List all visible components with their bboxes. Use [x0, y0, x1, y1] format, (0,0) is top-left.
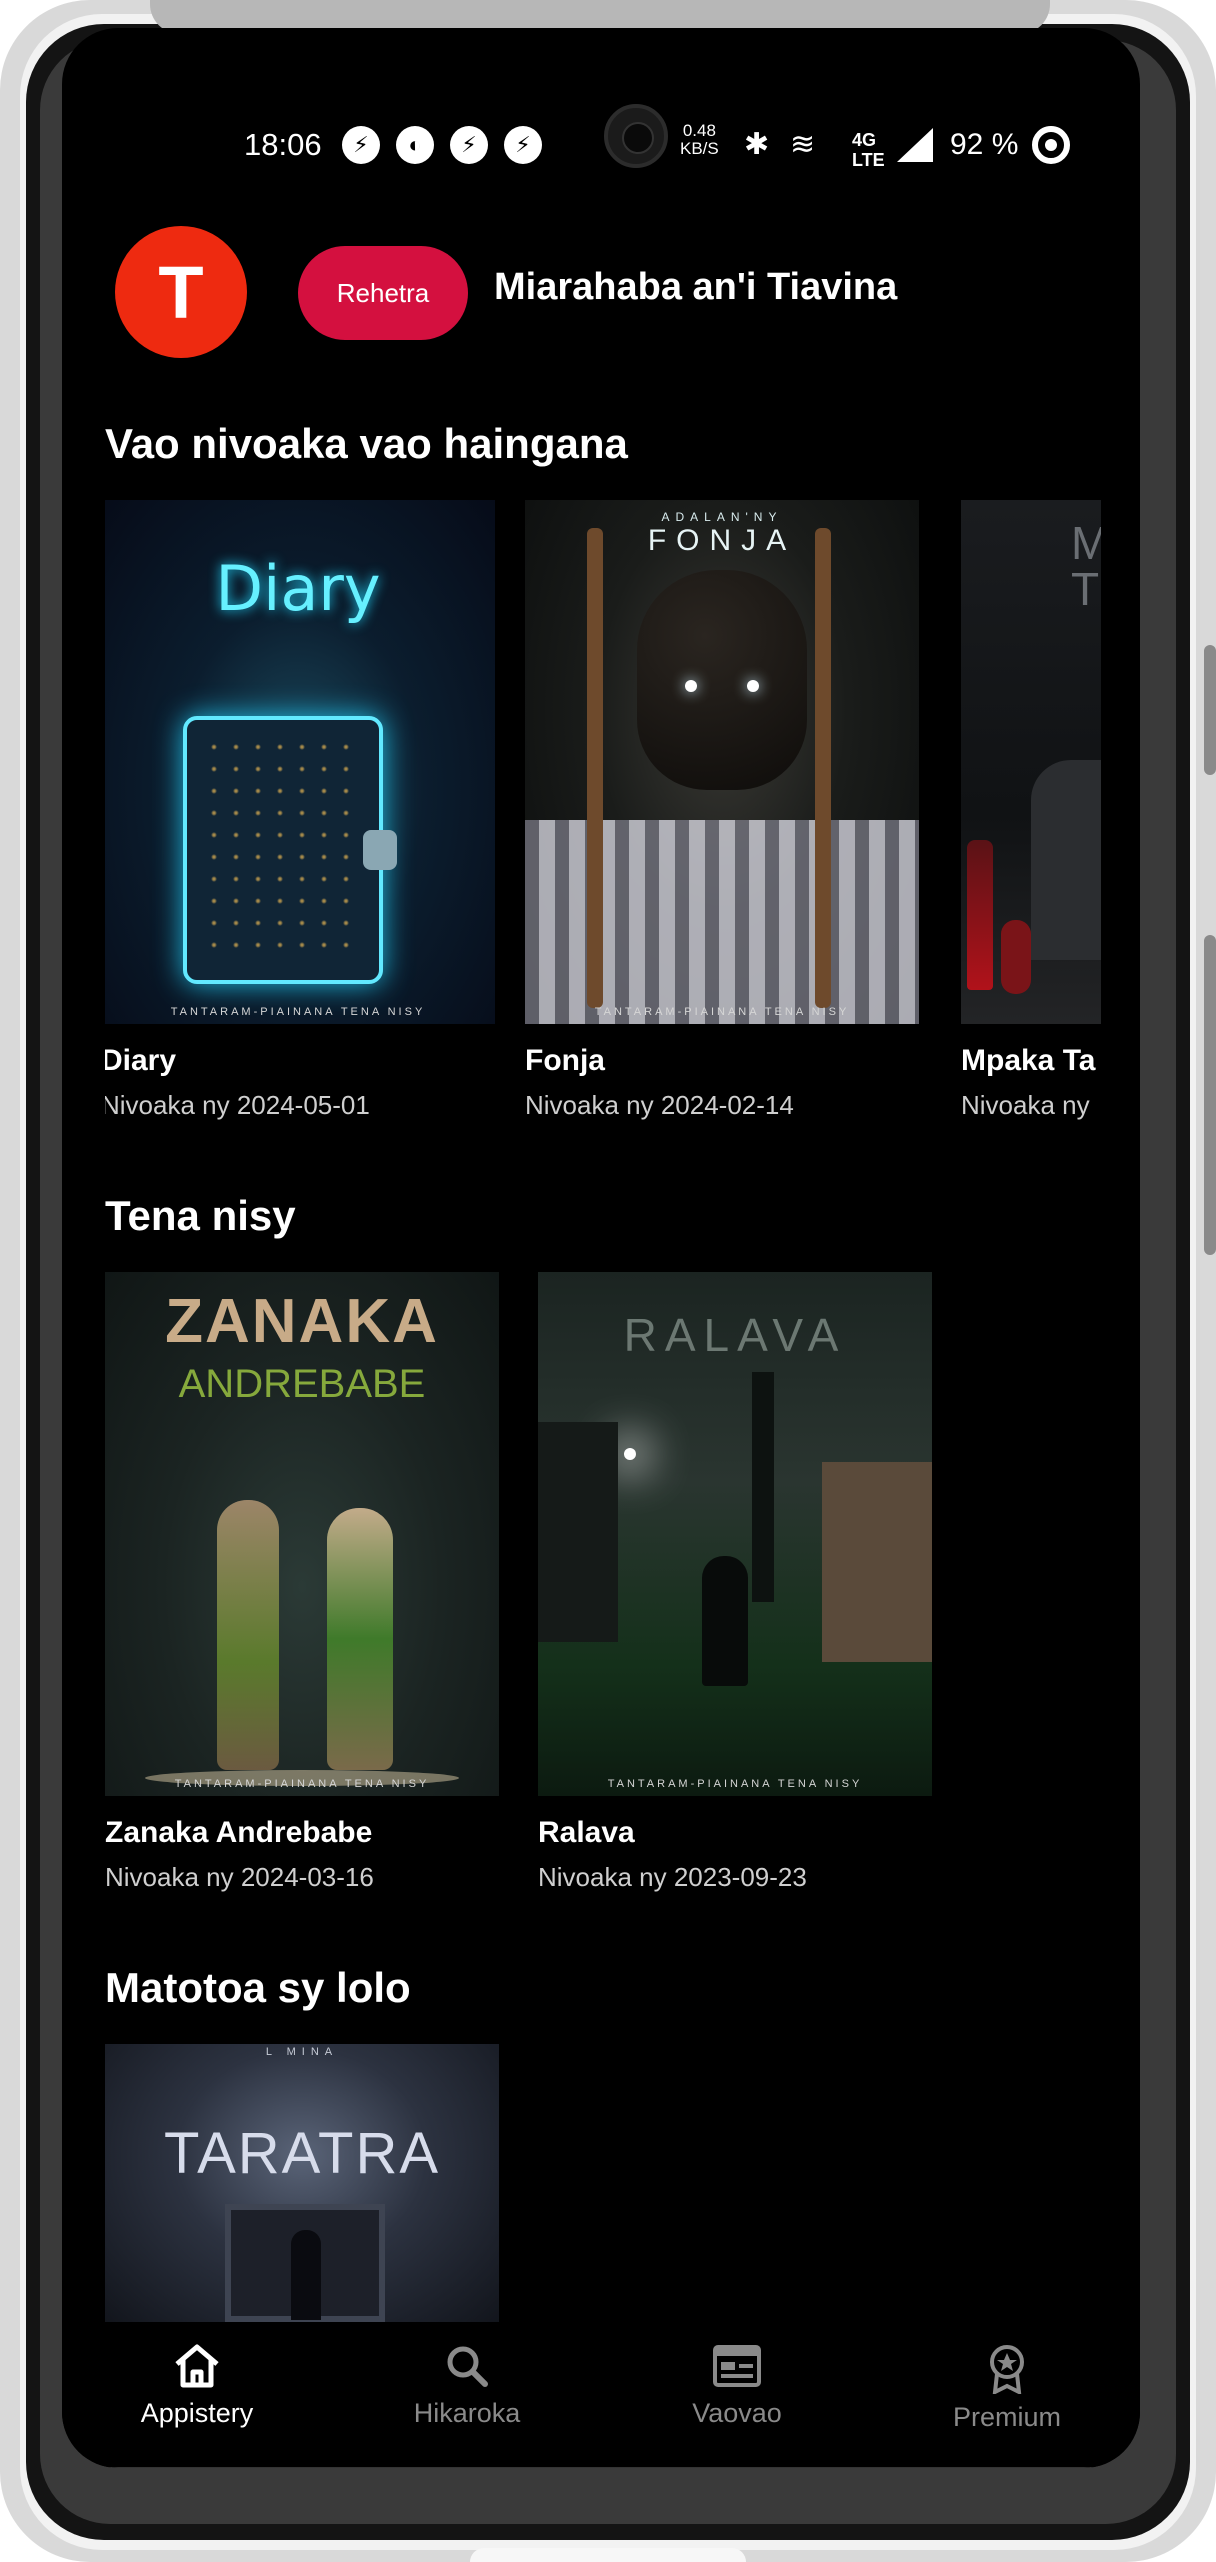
book-release-date: Nivoaka ny	[961, 1090, 1090, 1120]
book-release-date: Nivoaka ny 2023-09-23	[538, 1862, 807, 1892]
cover-title: Diary	[215, 552, 381, 625]
nav-label: Hikaroka	[413, 2398, 521, 2428]
nav-label: Appistery	[140, 2398, 254, 2428]
book-card-taratra[interactable]: L MINA TARATRA	[105, 2044, 499, 2322]
greeting-text: Miarahaba an'i Tiavina	[494, 266, 898, 308]
app-screen: 18:06 ⚡ ◐ ⚡ ⚡ 0.48 KB/S ✱ ≋ 4G LTE 92 % …	[62, 28, 1140, 2468]
book-cover-fonja[interactable]: ADALAN'NY FONJA TANTARAM-PIAINANA TENA N…	[525, 500, 919, 1024]
book-title: Diary	[105, 1044, 177, 1077]
battery-icon	[1032, 126, 1070, 164]
rusty-bar	[815, 528, 831, 1008]
horror-carousel[interactable]: L MINA TARATRA	[105, 2044, 1140, 2322]
bottom-navigation: Appistery Hikaroka Vaovao Premium	[62, 2322, 1140, 2468]
book-cover-taratra[interactable]: L MINA TARATRA	[105, 2044, 499, 2322]
book-card-ralava[interactable]: RALAVA TANTARAM-PIAINANA TENA NISY Ralav…	[538, 1272, 932, 1893]
book-cover-zanaka-andrebabe[interactable]: ZANAKA ANDREBABE TANTARAM-PIAINANA TENA …	[105, 1272, 499, 1796]
book-card-diary[interactable]: Diary TANTARAM-PIAINANA TENA NISY Diary …	[105, 500, 495, 1121]
book-release-date: Nivoaka ny 2024-03-16	[105, 1862, 374, 1892]
flask	[1001, 920, 1031, 994]
cover-subtitle: L MINA	[265, 2046, 339, 2058]
filter-all-button[interactable]: Rehetra	[298, 246, 468, 340]
news-icon	[713, 2345, 761, 2387]
network-type: 4G LTE	[852, 130, 885, 170]
messenger-icon: ⚡	[342, 126, 380, 164]
section-title-recent: Vao nivoaka vao haingana	[105, 420, 628, 467]
cover-title: M T	[1071, 517, 1101, 615]
nav-home[interactable]: Appistery	[97, 2322, 297, 2429]
cover-subtitle: ADALAN'NY	[661, 510, 783, 524]
book-title: Zanaka Andrebabe	[105, 1816, 373, 1849]
nav-search[interactable]: Hikaroka	[367, 2322, 567, 2429]
book-cover-diary[interactable]: Diary TANTARAM-PIAINANA TENA NISY	[105, 500, 495, 1024]
home-icon	[175, 2344, 219, 2388]
power-button	[1204, 935, 1216, 1255]
person-silhouette	[702, 1556, 748, 1686]
book-cover-ralava[interactable]: RALAVA TANTARAM-PIAINANA TENA NISY	[538, 1272, 932, 1796]
striped-shirt	[525, 820, 919, 1024]
book-card-mpaka-ta[interactable]: M T Mpaka Ta Nivoaka ny	[961, 500, 1101, 1121]
figure-girl	[327, 1508, 393, 1770]
front-camera	[604, 104, 668, 168]
brick-wall	[822, 1462, 932, 1662]
book-release-date: Nivoaka ny 2024-05-01	[105, 1090, 370, 1120]
section-title-true-stories: Tena nisy	[105, 1192, 296, 1239]
figure-boy	[217, 1500, 279, 1770]
phone-bottom-tab	[470, 2548, 746, 2562]
network-speed-value: 0.48	[682, 121, 716, 140]
book-card-zanaka-andrebabe[interactable]: ZANAKA ANDREBABE TANTARAM-PIAINANA TENA …	[105, 1272, 499, 1893]
book-title: Ralava	[538, 1816, 635, 1849]
wifi-icon: ≋	[790, 128, 816, 161]
signal-icon	[897, 128, 933, 162]
search-icon	[447, 2346, 488, 2387]
book-release-date: Nivoaka ny 2024-02-14	[525, 1090, 794, 1120]
cover-footer: TANTARAM-PIAINANA TENA NISY	[170, 1006, 426, 1018]
nav-premium[interactable]: Premium	[907, 2322, 1107, 2433]
status-bar: 18:06 ⚡ ◐ ⚡ ⚡ 0.48 KB/S ✱ ≋ 4G LTE 92 %	[62, 120, 1140, 170]
nav-label: Vaovao	[692, 2398, 782, 2428]
status-time: 18:06	[244, 127, 322, 162]
battery-text: 92 %	[950, 128, 1019, 161]
app-notification-icon: ◐	[396, 126, 434, 164]
figure-silhouette	[1031, 760, 1101, 960]
doorway	[225, 2204, 385, 2322]
user-avatar[interactable]: T	[115, 226, 247, 358]
network-speed-unit: KB/S	[680, 139, 719, 158]
cover-title: ZANAKA	[165, 1287, 439, 1356]
nav-label: Premium	[952, 2402, 1061, 2432]
cover-title: FONJA	[647, 524, 797, 557]
book-card-fonja[interactable]: ADALAN'NY FONJA TANTARAM-PIAINANA TENA N…	[525, 500, 919, 1121]
house-silhouette	[538, 1422, 618, 1642]
messenger-icon: ⚡	[504, 126, 542, 164]
messenger-icon: ⚡	[450, 126, 488, 164]
true-stories-carousel[interactable]: ZANAKA ANDREBABE TANTARAM-PIAINANA TENA …	[105, 1272, 1140, 1932]
book-cover-mpaka-ta[interactable]: M T	[961, 500, 1101, 1024]
character-head	[637, 570, 807, 790]
nav-news[interactable]: Vaovao	[637, 2322, 837, 2429]
test-tube	[967, 840, 993, 990]
cover-subtitle: ANDREBABE	[178, 1362, 426, 1406]
section-title-horror: Matotoa sy lolo	[105, 1964, 411, 2011]
street-light	[624, 1448, 636, 1460]
network-speed: 0.48 KB/S	[680, 122, 719, 158]
tall-creature	[752, 1372, 774, 1602]
cover-footer: TANTARAM-PIAINANA TENA NISY	[594, 1006, 850, 1018]
bluetooth-icon: ✱	[744, 128, 770, 161]
notebook-illustration	[183, 716, 397, 984]
cover-footer: TANTARAM-PIAINANA TENA NISY	[174, 1778, 430, 1790]
volume-button	[1204, 645, 1216, 775]
book-title: Fonja	[525, 1044, 605, 1077]
cover-title: RALAVA	[623, 1309, 847, 1361]
book-title: Mpaka Ta	[961, 1044, 1096, 1077]
recent-carousel[interactable]: Diary TANTARAM-PIAINANA TENA NISY Diary …	[105, 500, 1140, 1160]
rusty-bar	[587, 528, 603, 1008]
cover-title: TARATRA	[163, 2121, 441, 2186]
cover-footer: TANTARAM-PIAINANA TENA NISY	[607, 1778, 863, 1790]
award-icon	[990, 2345, 1024, 2394]
